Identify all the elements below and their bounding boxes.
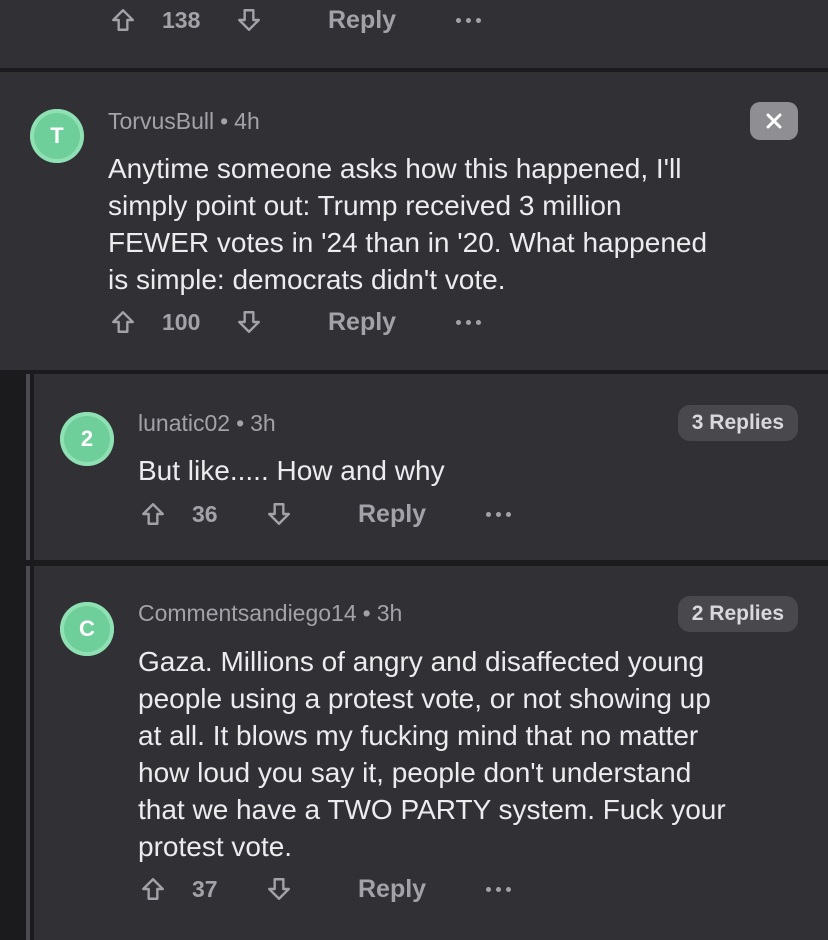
close-button[interactable] (750, 102, 798, 140)
comment-body: Gaza. Millions of angry and disaffected … (138, 643, 726, 865)
reply-button[interactable]: Reply (328, 6, 396, 35)
comment-meta: TorvusBull • 4h (108, 108, 260, 135)
comment-body: Anytime someone asks how this happened, … (108, 150, 707, 298)
comment-card: 2 lunatic02 • 3h 3 Replies But like..... H… (34, 374, 828, 560)
comment-line: simply point out: Trump received 3 milli… (108, 190, 622, 221)
close-icon (766, 113, 782, 129)
replies-count-button[interactable]: 2 Replies (677, 596, 798, 632)
score: 36 (192, 500, 218, 527)
vote-actions: 100 Reply (108, 307, 482, 337)
comment-card: T TorvusBull • 4h Anytime someone asks how… (0, 72, 828, 370)
meta-separator: • (362, 600, 371, 626)
vote-actions: 37 Reply (138, 874, 512, 904)
comment-meta: Commentsandiego14 • 3h (138, 600, 402, 627)
comment-line: people using a protest vote, or not show… (138, 683, 711, 714)
vote-actions: 138 Reply (108, 5, 482, 35)
score: 100 (162, 308, 201, 335)
vote-actions: 36 Reply (138, 499, 512, 529)
meta-separator: • (220, 108, 229, 134)
comment-line: is simple: democrats didn't vote. (108, 264, 506, 295)
more-options-icon[interactable] (456, 17, 482, 23)
comment-line: protest vote. (138, 831, 293, 862)
score: 37 (192, 875, 218, 902)
upvote-icon[interactable] (138, 874, 168, 904)
comment-line: that we have a TWO PARTY system. Fuck yo… (138, 794, 726, 825)
previous-comment-card: 138 Reply (0, 0, 828, 68)
avatar[interactable]: T (30, 109, 84, 163)
thread-line[interactable] (26, 566, 30, 940)
avatar[interactable]: C (60, 602, 114, 656)
timestamp: 3h (376, 600, 403, 626)
reply-button[interactable]: Reply (358, 500, 426, 529)
score: 138 (162, 6, 201, 33)
comment-line: But like..... How and why (138, 455, 445, 486)
username[interactable]: Commentsandiego14 (138, 600, 357, 626)
upvote-icon[interactable] (138, 499, 168, 529)
more-options-icon[interactable] (456, 319, 482, 325)
comment-meta: lunatic02 • 3h (138, 410, 276, 437)
reply-button[interactable]: Reply (328, 308, 396, 337)
downvote-icon[interactable] (264, 874, 294, 904)
upvote-icon[interactable] (108, 307, 138, 337)
username[interactable]: TorvusBull (108, 108, 214, 134)
comment-line: Anytime someone asks how this happened, … (108, 153, 682, 184)
more-options-icon[interactable] (486, 511, 512, 517)
meta-separator: • (236, 410, 245, 436)
reply-button[interactable]: Reply (358, 875, 426, 904)
replies-count-button[interactable]: 3 Replies (677, 405, 798, 441)
downvote-icon[interactable] (234, 5, 264, 35)
comment-body: But like..... How and why (138, 452, 445, 489)
upvote-icon[interactable] (108, 5, 138, 35)
downvote-icon[interactable] (234, 307, 264, 337)
comment-card: C Commentsandiego14 • 3h 2 Replies Gaza. M… (34, 566, 828, 940)
comment-line: Gaza. Millions of angry and disaffected … (138, 646, 705, 677)
avatar[interactable]: 2 (60, 412, 114, 466)
comment-line: how loud you say it, people don't unders… (138, 757, 692, 788)
thread-line[interactable] (26, 374, 30, 560)
timestamp: 3h (250, 410, 276, 436)
more-options-icon[interactable] (486, 886, 512, 892)
downvote-icon[interactable] (264, 499, 294, 529)
comment-line: at all. It blows my fucking mind that no… (138, 720, 699, 751)
username[interactable]: lunatic02 (138, 410, 230, 436)
timestamp: 4h (234, 108, 260, 134)
comment-line: FEWER votes in '24 than in '20. What hap… (108, 227, 708, 258)
